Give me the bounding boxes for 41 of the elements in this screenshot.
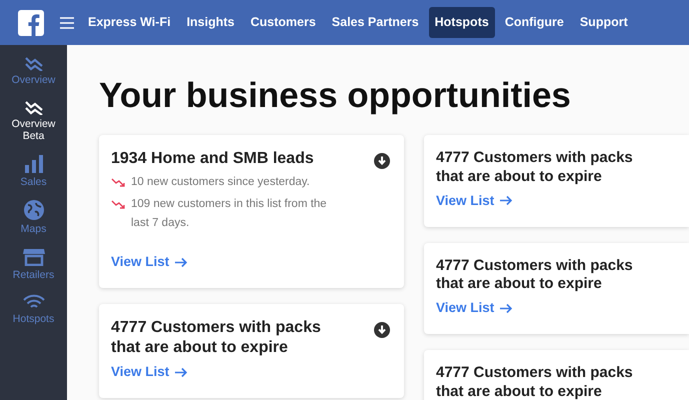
menu-icon[interactable] xyxy=(60,16,74,28)
view-list-link[interactable]: View List xyxy=(111,252,188,272)
view-list-link[interactable]: View List xyxy=(436,190,514,211)
bar-chart-icon xyxy=(24,154,42,173)
nav-tab[interactable]: Configure xyxy=(498,7,570,38)
view-list-link[interactable]: View List xyxy=(436,298,514,318)
nav-tab[interactable]: Support xyxy=(574,7,634,38)
stat-text: 10 new customers since yesterday. xyxy=(131,175,310,190)
card-title: 4777 Customers with packs that are about to expire xyxy=(111,318,322,358)
sidebar-item[interactable]: Hotspots xyxy=(2,294,66,326)
nav-tab[interactable]: Hotspots xyxy=(428,7,495,38)
sidebar-item[interactable]: Overview Beta xyxy=(2,98,66,143)
card-title: 4777 Customers with packs that are about to expire xyxy=(436,364,634,400)
arrow-right-icon xyxy=(500,302,514,314)
download-icon[interactable] xyxy=(374,153,390,169)
view-list-link[interactable]: View List xyxy=(111,362,188,382)
nav-tab[interactable]: Customers xyxy=(244,7,322,38)
arrow-right-icon xyxy=(175,366,188,378)
card-title: 4777 Customers with packs that are about to expire xyxy=(436,256,634,294)
nav-tab[interactable]: Sales Partners xyxy=(326,7,425,38)
card-title: 1934 Home and SMB leads xyxy=(111,149,315,169)
card-title: 4777 Customers with packs that are about to expire xyxy=(436,149,634,186)
store-icon xyxy=(22,248,44,266)
nav-tab[interactable]: Insights xyxy=(180,7,240,38)
logo-icon[interactable] xyxy=(18,10,44,36)
download-icon[interactable] xyxy=(374,322,390,338)
stat-text: 109 new customers in this list from the last 7 days. xyxy=(131,197,328,231)
sidebar-item[interactable]: Retailers xyxy=(2,248,66,282)
wifi-icon xyxy=(22,294,44,310)
trend-icon xyxy=(24,98,44,115)
arrow-right-icon xyxy=(500,195,514,206)
sidebar-item[interactable]: Maps xyxy=(2,200,66,236)
sidebar-item[interactable]: Sales xyxy=(2,154,66,188)
trend-down-icon xyxy=(111,178,125,187)
arrow-right-icon xyxy=(175,256,188,268)
nav-tab[interactable]: Express Wi-Fi xyxy=(82,7,177,38)
page-heading: Your business opportunities xyxy=(99,75,572,117)
trend-down-icon xyxy=(111,200,125,210)
sidebar-item[interactable]: Overview xyxy=(2,55,66,87)
trend-icon xyxy=(24,55,44,71)
globe-icon xyxy=(24,200,44,220)
